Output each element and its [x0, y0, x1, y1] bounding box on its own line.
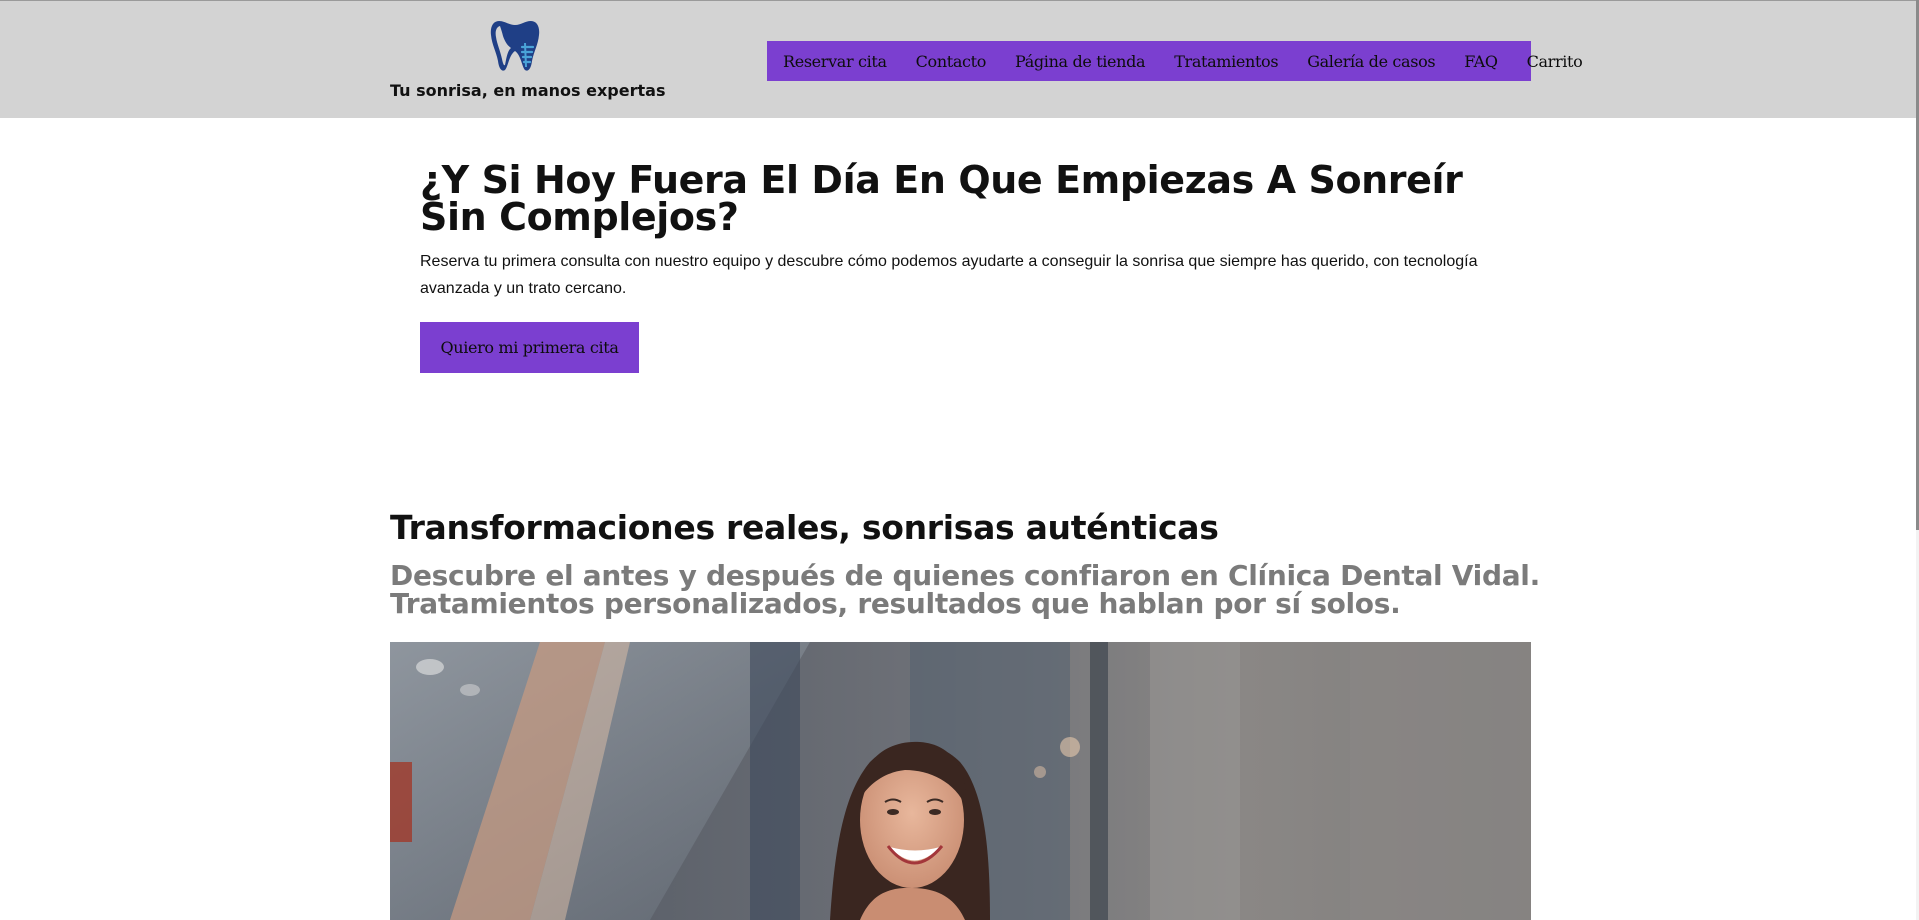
nav-item-galeria-de-casos[interactable]: Galería de casos — [1307, 52, 1435, 71]
nav-item-contacto[interactable]: Contacto — [916, 52, 987, 71]
site-header: Tu sonrisa, en manos expertas Reservar c… — [0, 0, 1916, 118]
tooth-logo-icon[interactable] — [489, 17, 541, 73]
site-tagline: Tu sonrisa, en manos expertas — [390, 81, 666, 100]
smiling-woman-photo — [390, 642, 1531, 920]
nav-item-faq[interactable]: FAQ — [1464, 52, 1498, 71]
nav-item-pagina-de-tienda[interactable]: Página de tienda — [1015, 52, 1146, 71]
main-nav: Reservar cita Contacto Página de tienda … — [767, 41, 1583, 81]
hero-description: Reserva tu primera consulta con nuestro … — [420, 253, 1478, 297]
nav-item-carrito[interactable]: Carrito — [1527, 52, 1583, 71]
hero-title: ¿Y Si Hoy Fuera El Día En Que Empiezas A… — [420, 158, 1463, 239]
nav-item-tratamientos[interactable]: Tratamientos — [1174, 52, 1278, 71]
gallery-section-subtitle: Descubre el antes y después de quienes c… — [390, 559, 1540, 620]
gallery-section-title: Transformaciones reales, sonrisas autént… — [390, 508, 1219, 547]
first-appointment-button[interactable]: Quiero mi primera cita — [420, 322, 639, 373]
nav-item-reservar-cita[interactable]: Reservar cita — [783, 52, 887, 71]
